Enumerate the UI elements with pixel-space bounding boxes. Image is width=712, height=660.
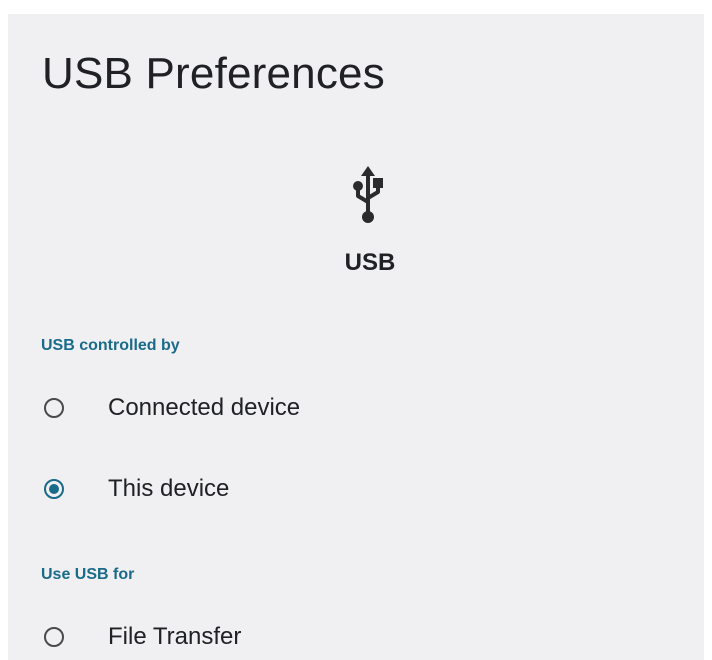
usb-preferences-screen: USB Preferences USB USB controlled by Co… (8, 14, 704, 660)
usb-label: USB (344, 249, 396, 276)
usb-icon (353, 166, 383, 223)
section-header-use-usb-for: Use USB for (41, 566, 135, 583)
section-header-usb-controlled-by: USB controlled by (41, 337, 180, 354)
radio-option-connected-device[interactable]: Connected device (44, 384, 684, 432)
option-label: File Transfer (108, 623, 242, 650)
option-label: Connected device (108, 394, 301, 421)
radio-unchecked-icon[interactable] (44, 627, 64, 647)
radio-checked-icon[interactable] (44, 479, 64, 499)
page-title: USB Preferences (42, 49, 385, 98)
option-label: This device (108, 475, 230, 502)
radio-unchecked-icon[interactable] (44, 398, 64, 418)
radio-option-file-transfer[interactable]: File Transfer (44, 613, 684, 660)
radio-option-this-device[interactable]: This device (44, 465, 684, 513)
